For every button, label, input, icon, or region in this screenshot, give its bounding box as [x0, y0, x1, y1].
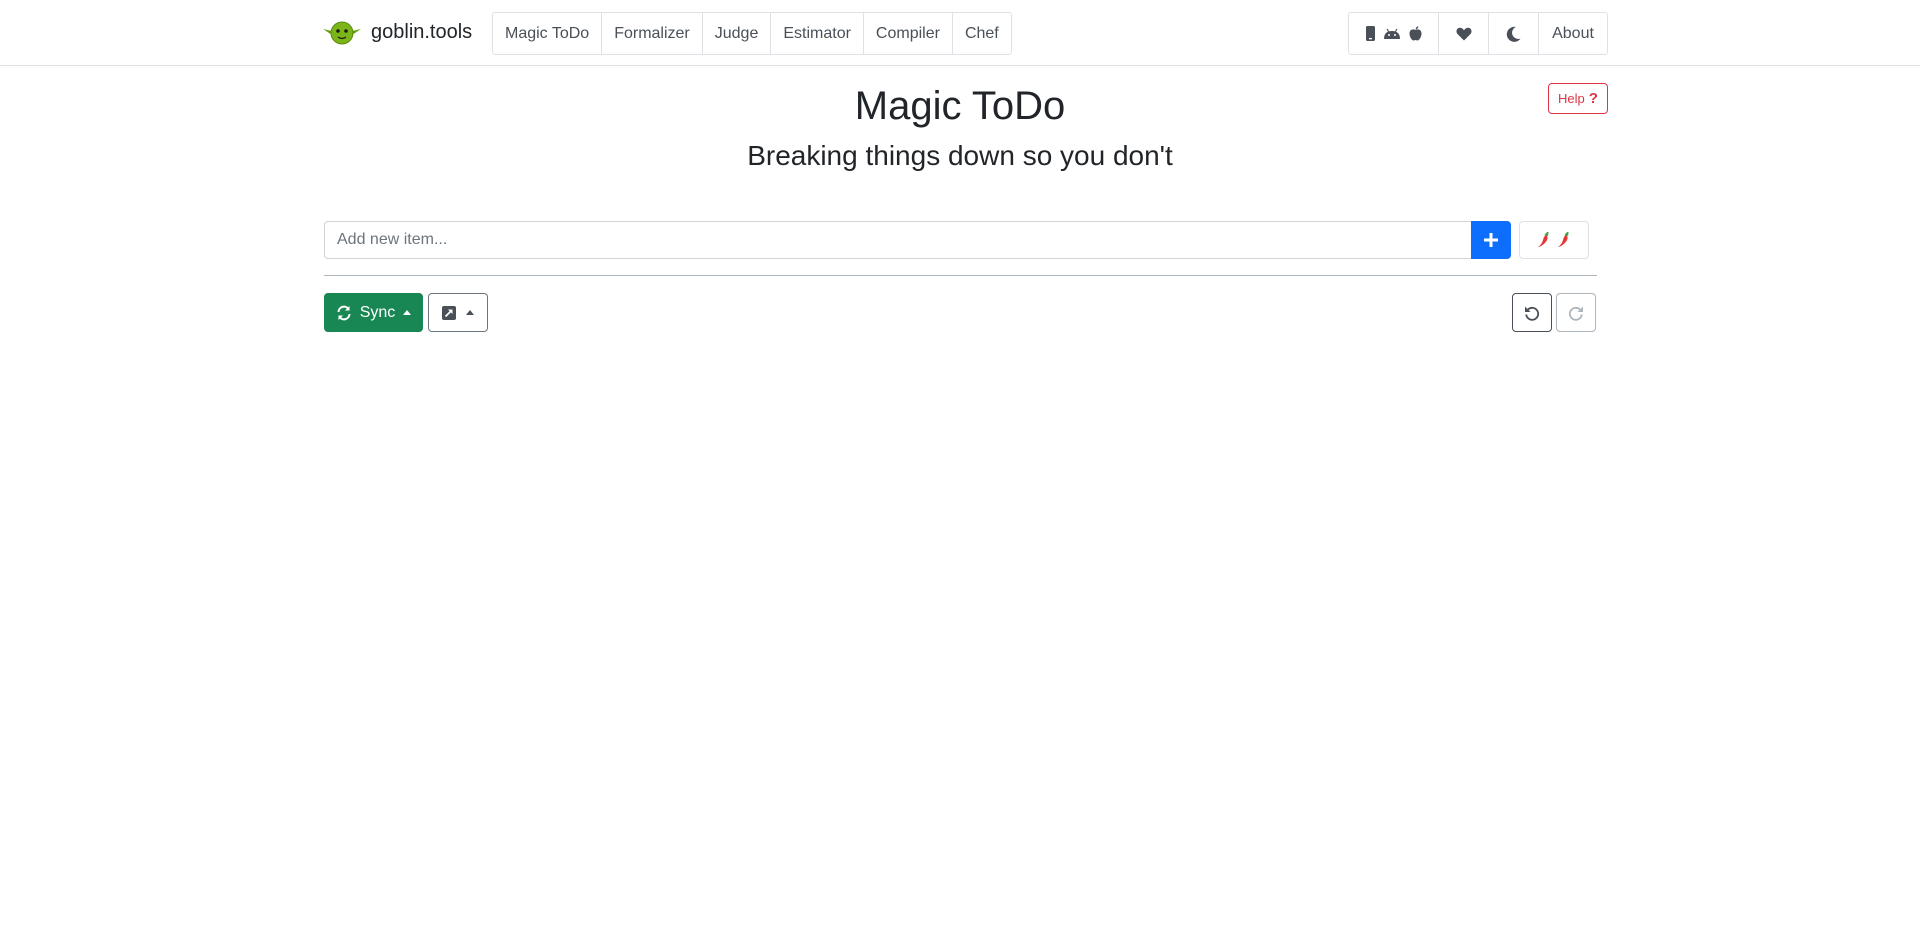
undo-icon	[1525, 306, 1540, 321]
tab-compiler[interactable]: Compiler	[862, 12, 953, 55]
apple-icon	[1409, 26, 1421, 41]
about-link[interactable]: About	[1538, 12, 1608, 55]
undo-button[interactable]	[1512, 293, 1552, 332]
mobile-phone-icon	[1365, 26, 1375, 41]
add-item-button[interactable]	[1471, 221, 1511, 259]
about-label: About	[1552, 24, 1594, 42]
tab-label: Formalizer	[614, 24, 690, 42]
sync-label: Sync	[359, 303, 396, 321]
tab-label: Compiler	[875, 24, 940, 42]
tab-label: Magic ToDo	[505, 24, 590, 42]
tab-formalizer[interactable]: Formalizer	[601, 12, 703, 55]
tab-estimator[interactable]: Estimator	[770, 12, 864, 55]
support-button[interactable]	[1438, 12, 1489, 55]
tab-label: Chef	[964, 24, 999, 42]
page-title: Magic ToDo	[854, 84, 1066, 128]
spiciness-button[interactable]	[1519, 221, 1589, 259]
redo-icon	[1568, 306, 1583, 321]
divider	[324, 275, 1597, 276]
tab-judge[interactable]: Judge	[701, 12, 772, 55]
right-nav: About	[1348, 12, 1608, 55]
sync-dropdown-button[interactable]: Sync	[324, 293, 423, 332]
export-dropdown-button[interactable]	[428, 293, 488, 332]
theme-toggle-button[interactable]	[1488, 12, 1539, 55]
goblin-head-icon	[323, 21, 361, 45]
tab-chef[interactable]: Chef	[951, 12, 1012, 55]
top-navbar: goblin.tools Magic ToDo Formalizer Judge…	[0, 0, 1920, 66]
brand-link[interactable]: goblin.tools	[321, 15, 472, 49]
android-icon	[1383, 28, 1400, 39]
heart-icon	[1455, 27, 1472, 40]
tab-magic-todo[interactable]: Magic ToDo	[492, 12, 603, 55]
plus-icon	[1484, 233, 1498, 247]
moon-icon	[1506, 26, 1521, 42]
share-square-icon	[442, 305, 456, 320]
chili-pepper-icon	[1538, 232, 1549, 247]
new-item-input[interactable]	[324, 221, 1471, 259]
new-item-row	[324, 221, 1597, 259]
tab-label: Judge	[714, 24, 759, 42]
brand-name: goblin.tools	[371, 20, 473, 43]
caret-up-icon	[403, 310, 412, 315]
sync-icon	[337, 305, 351, 320]
redo-button[interactable]	[1556, 293, 1596, 332]
apps-button[interactable]	[1348, 12, 1439, 55]
chili-pepper-icon	[1558, 232, 1569, 247]
page-subtitle: Breaking things down so you don't	[747, 140, 1173, 171]
tools-nav: Magic ToDo Formalizer Judge Estimator Co…	[492, 12, 1012, 55]
caret-up-icon	[466, 310, 474, 315]
tab-label: Estimator	[783, 24, 851, 42]
